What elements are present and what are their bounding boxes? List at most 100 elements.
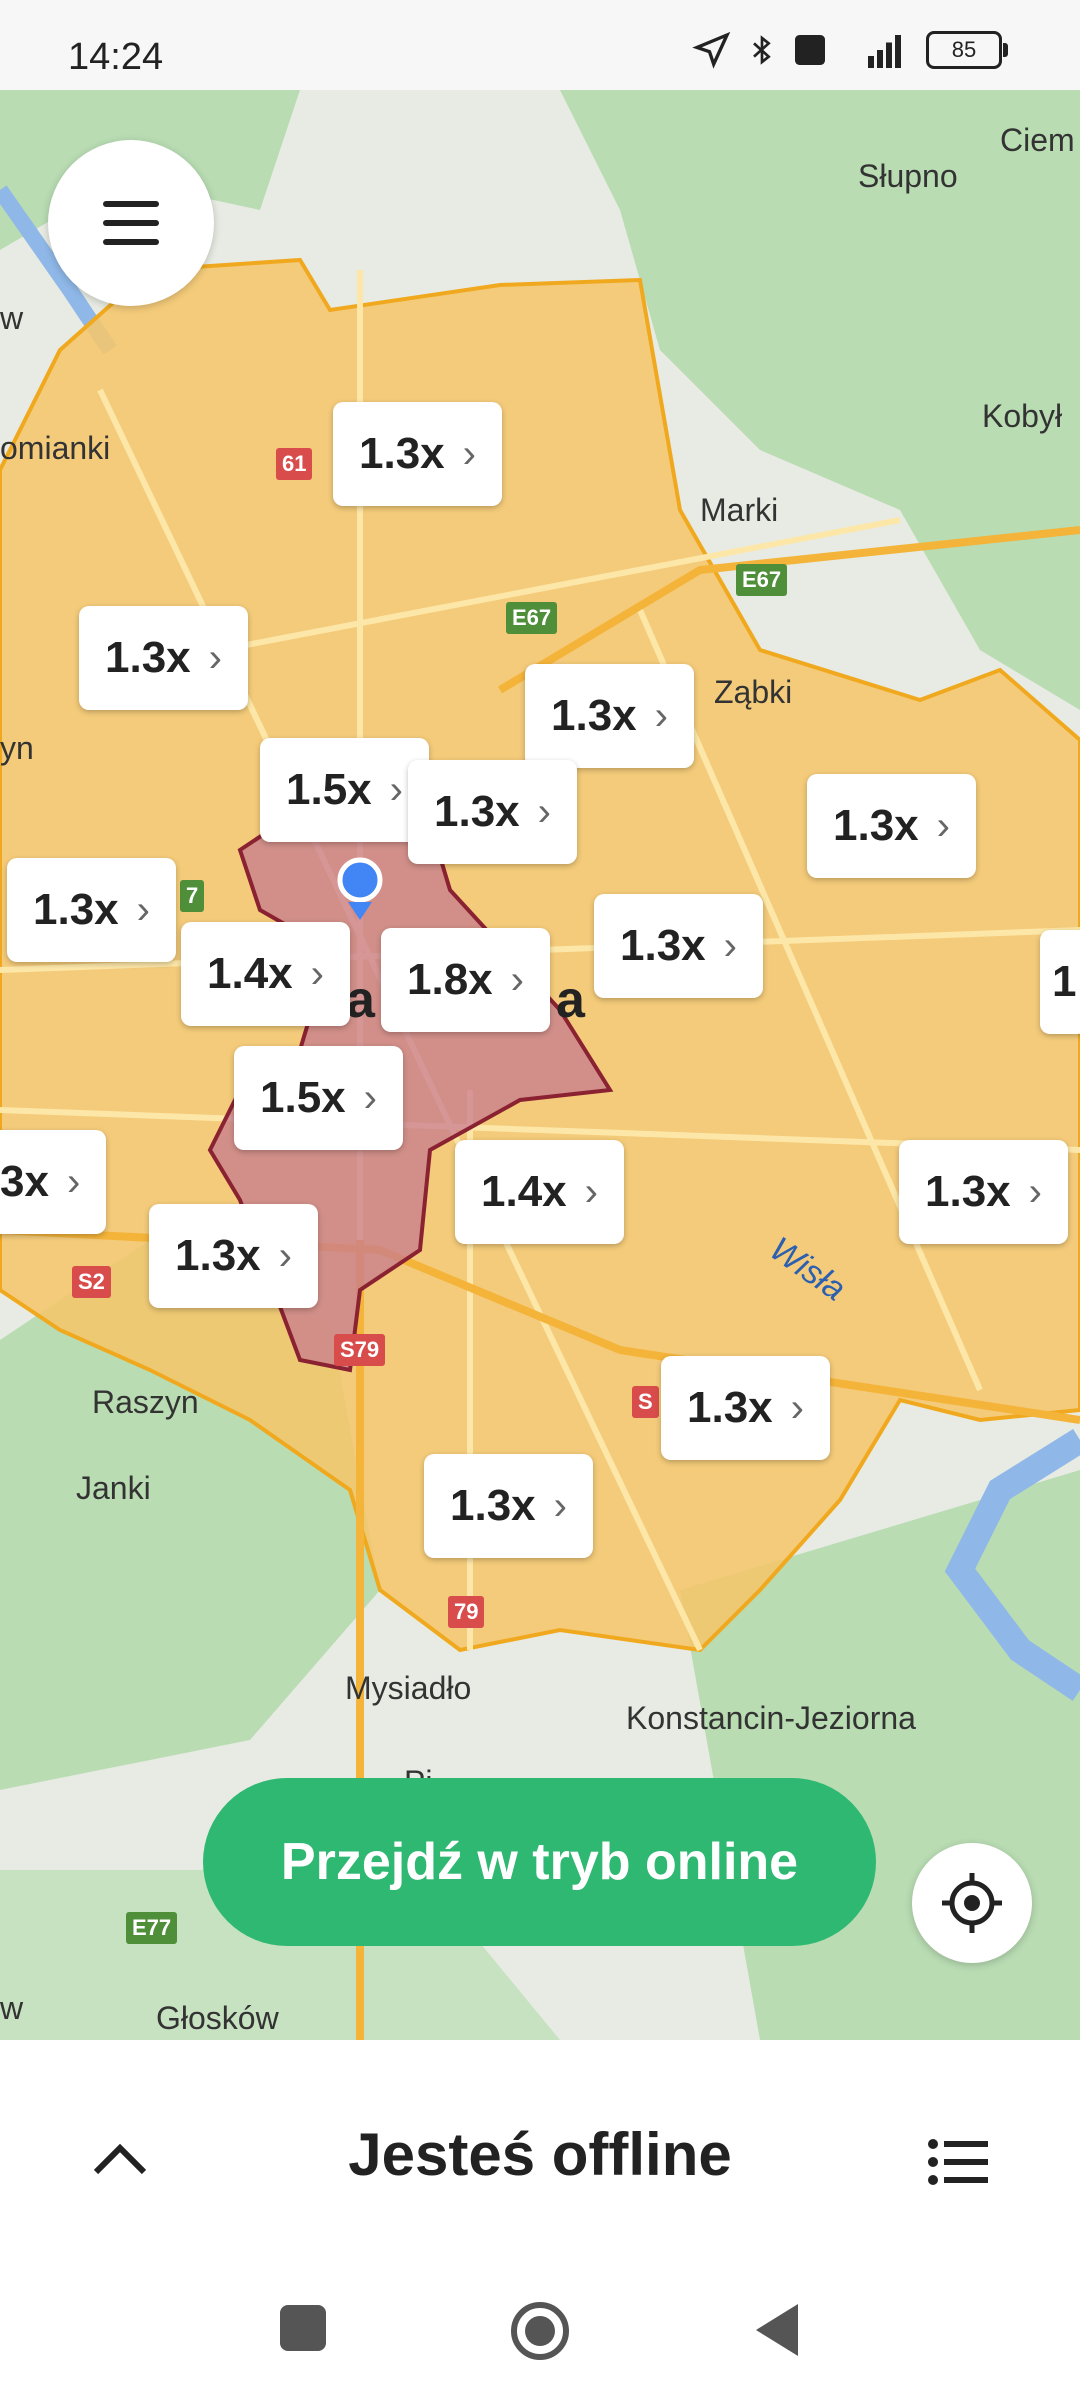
surge-badge[interactable]: 1.3x › [7,858,176,962]
menu-button[interactable] [48,140,214,306]
surge-value: 1.3x [105,633,191,682]
surge-badge[interactable]: 1.3x › [807,774,976,878]
place-label: Mysiadło [345,1670,472,1706]
chevron-right-icon: › [510,957,524,1002]
offline-status-title: Jesteś offline [348,2121,732,2188]
road-shield: 7 [180,880,205,912]
chevron-right-icon: › [723,923,737,968]
battery-indicator: 85 [926,31,1008,69]
surge-badge[interactable]: 1.3x › [79,606,248,710]
surge-badge[interactable]: 1.3x › [899,1140,1068,1244]
place-label: Kobył [982,398,1063,434]
bluetooth-icon [753,35,771,65]
place-label: Ząbki [714,674,793,710]
surge-value: 1.4x [207,949,293,998]
surge-value: 1.3x [175,1231,261,1280]
chevron-right-icon: › [584,1169,598,1214]
surge-value: 1.3x [833,801,919,850]
surge-badge[interactable]: 1.3x › [149,1204,318,1308]
surge-value: 1 [1052,957,1077,1006]
status-bar: 14:24 85 [0,0,1080,90]
chevron-right-icon: › [936,803,950,848]
surge-value: 3x [0,1157,49,1206]
surge-badge[interactable]: 1.3x › [525,664,694,768]
chevron-right-icon: › [310,951,324,996]
road-shield: 79 [448,1596,485,1628]
surge-badge[interactable]: 1.5x › [234,1046,403,1150]
road-shield: E77 [126,1912,178,1944]
place-label: omianki [0,430,111,466]
surge-value: 1.3x [687,1383,773,1432]
location-arrow-icon [692,31,731,69]
place-label: w [0,1990,24,2026]
chevron-right-icon: › [654,693,668,738]
recent-apps-icon[interactable] [280,2305,326,2351]
place-label: yn [0,730,34,766]
road-shield: E67 [736,564,788,596]
volte-icon [795,35,825,65]
surge-badge[interactable]: 1.4x › [455,1140,624,1244]
road-shield: S2 [72,1266,111,1298]
chevron-right-icon: › [136,887,150,932]
map-base [0,90,1080,2040]
chevron-right-icon: › [790,1385,804,1430]
road-shield: 61 [276,448,313,480]
crosshair-icon [942,1873,1002,1933]
surge-value: 1.8x [407,955,493,1004]
chevron-right-icon: › [537,789,551,834]
surge-badge[interactable]: 1 [1040,930,1080,1034]
system-navigation-bar [0,2260,1080,2400]
surge-value: 1.3x [450,1481,536,1530]
surge-value: 1.5x [260,1073,346,1122]
place-label: Raszyn [92,1384,199,1420]
status-time: 14:24 [68,36,164,78]
surge-value: 1.3x [33,885,119,934]
surge-badge[interactable]: 1.3x › [661,1356,830,1460]
surge-value: 1.3x [359,429,445,478]
surge-badge[interactable]: 1.5x › [260,738,429,842]
surge-badge[interactable]: 1.3x › [333,402,502,506]
surge-value: 1.3x [434,787,520,836]
road-shield: E67 [506,602,558,634]
chevron-right-icon: › [363,1075,377,1120]
surge-value: 1.4x [481,1167,567,1216]
surge-badge[interactable]: 1.3x › [424,1454,593,1558]
surge-value: 1.3x [925,1167,1011,1216]
place-label: Słupno [858,158,958,194]
surge-badge[interactable]: 1.3x › [408,760,577,864]
map-view[interactable]: Słupno Ciem Kobył omianki Marki Ząbki yn… [0,90,1080,2040]
location-dot-icon [337,857,383,903]
place-label: Ciem [1000,122,1075,158]
chevron-right-icon: › [389,767,403,812]
list-icon[interactable] [928,2138,988,2186]
place-label: Marki [700,492,779,528]
chevron-right-icon: › [462,431,476,476]
place-label: Głosków [156,2000,279,2036]
place-label: Konstancin-Jeziorna [626,1700,916,1736]
chevron-right-icon: › [66,1159,81,1204]
chevron-right-icon: › [1028,1169,1042,1214]
surge-badge[interactable]: 3x › [0,1130,107,1234]
surge-badge[interactable]: 1.3x › [594,894,763,998]
go-online-button[interactable]: Przejdź w tryb online [203,1778,876,1946]
surge-value: 1.3x [551,691,637,740]
place-label: w [0,300,24,336]
hamburger-icon [103,201,159,245]
surge-value: 1.5x [286,765,372,814]
signal-icon [868,35,901,68]
home-icon[interactable] [509,2300,571,2362]
chevron-right-icon: › [553,1483,567,1528]
chevron-right-icon: › [278,1233,292,1278]
recenter-button[interactable] [912,1843,1032,1963]
road-shield: S79 [334,1334,386,1366]
chevron-right-icon: › [208,635,222,680]
surge-value: 1.3x [620,921,706,970]
surge-badge[interactable]: 1.8x › [381,928,550,1032]
surge-badge[interactable]: 1.4x › [181,922,350,1026]
back-icon[interactable] [754,2302,800,2358]
place-label: Janki [76,1470,151,1506]
city-label: a [556,971,585,1029]
city-label: a [346,971,375,1029]
bottom-panel: Jesteś offline [0,2040,1080,2260]
road-shield: S [632,1386,659,1418]
